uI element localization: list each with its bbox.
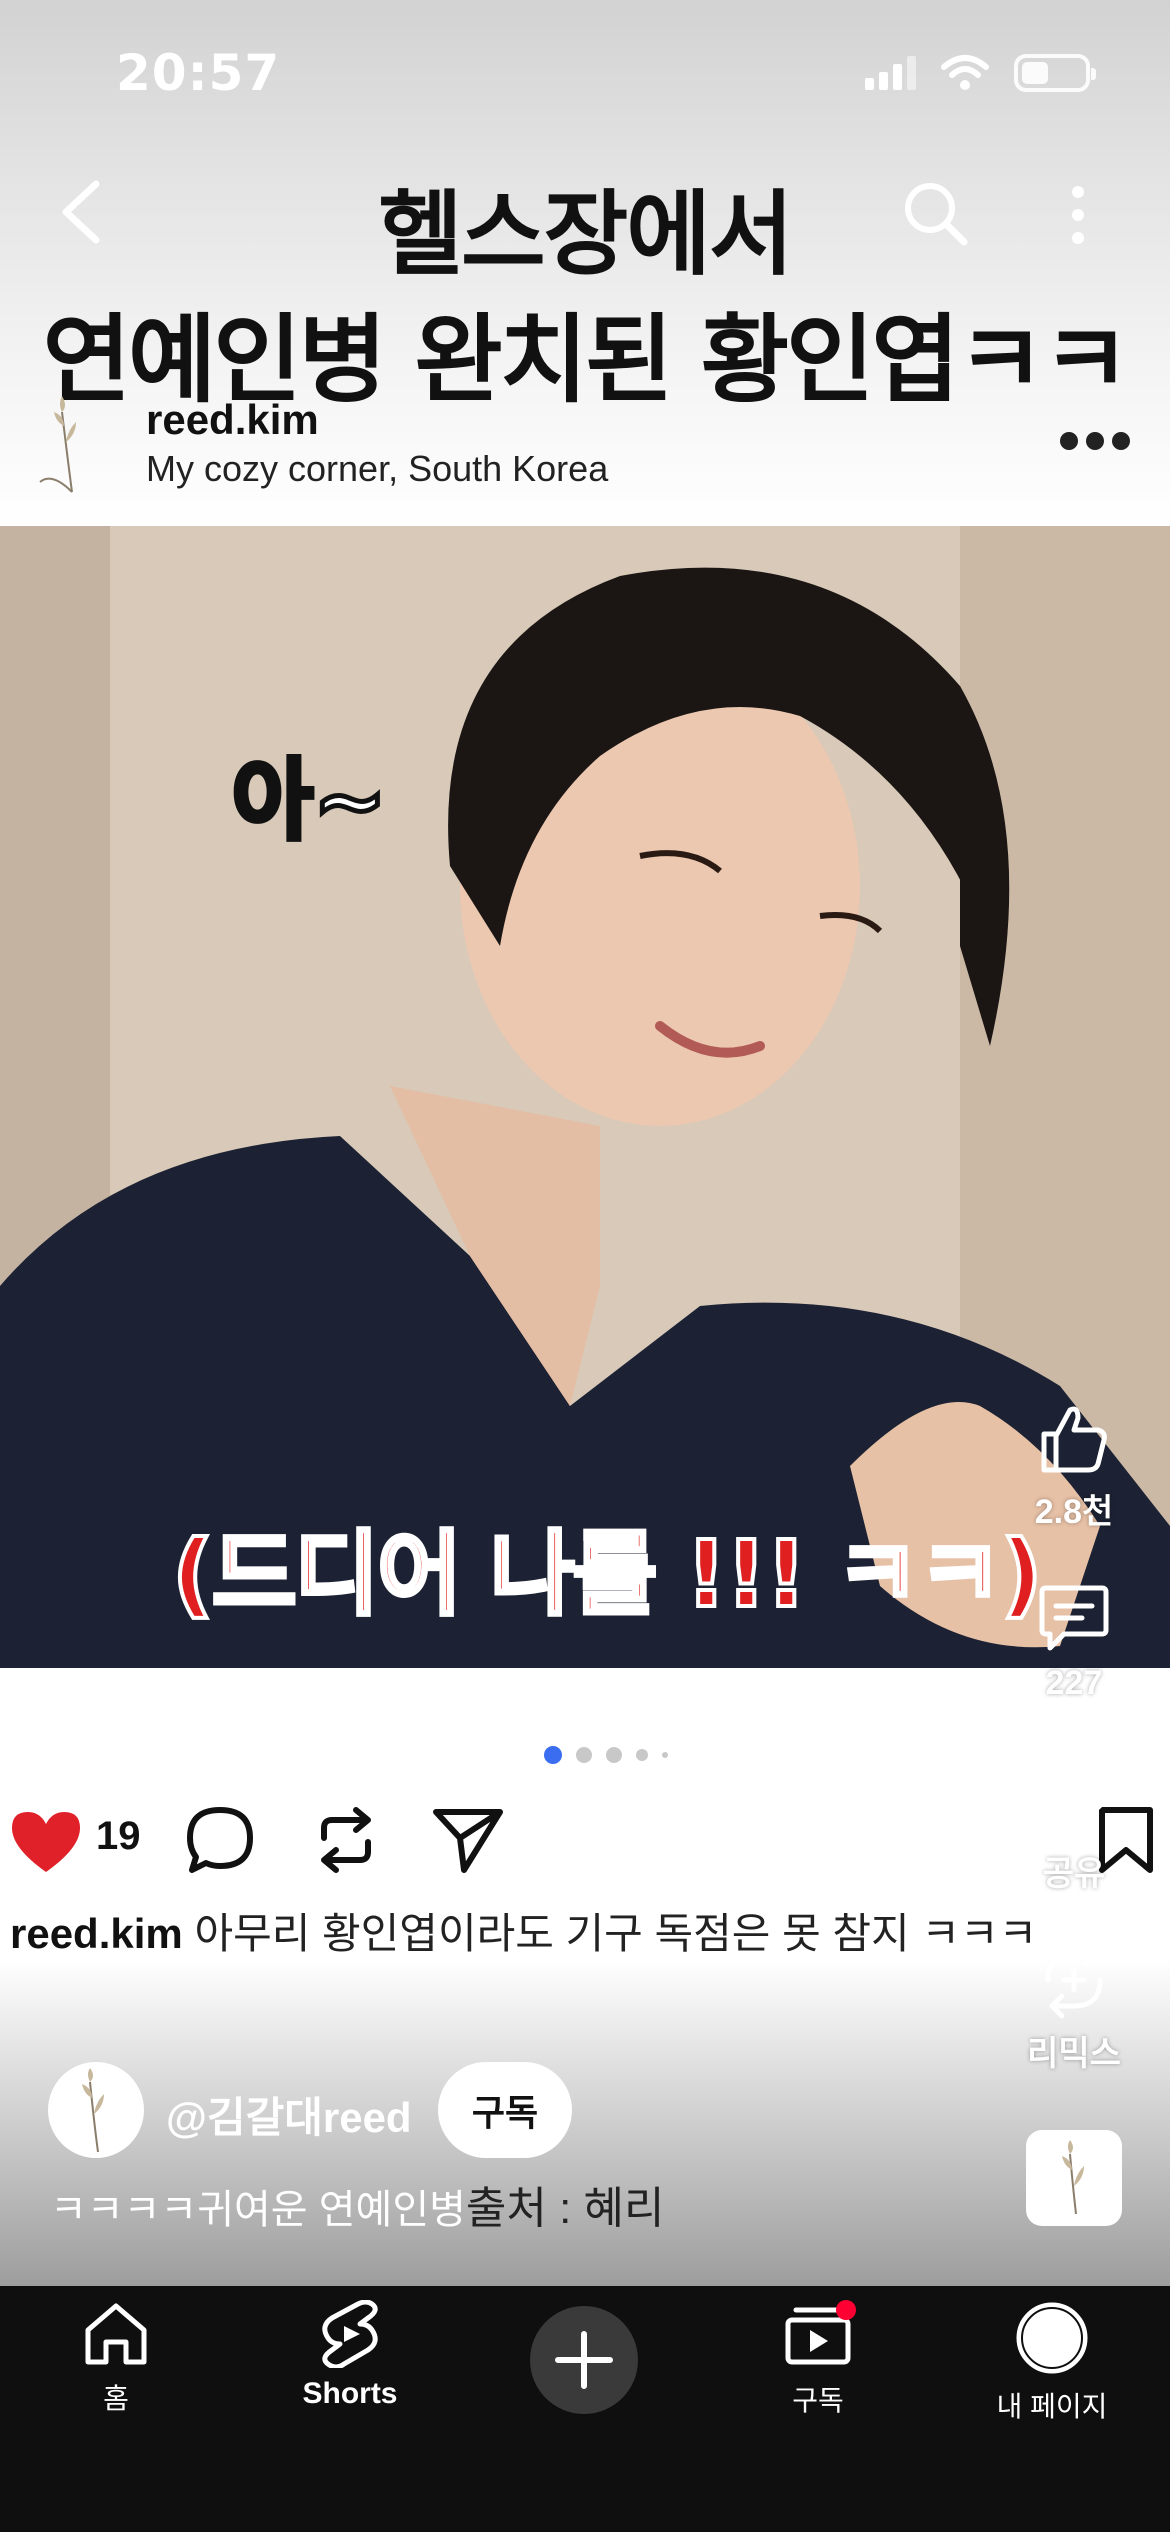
photo-caption-top: 아~ — [230, 747, 390, 855]
send-icon[interactable] — [430, 1804, 506, 1876]
carousel-dot — [606, 1747, 622, 1763]
thumbs-up-icon[interactable] — [1034, 1398, 1114, 1478]
reed-plant-icon — [82, 2068, 104, 2153]
post-location[interactable]: My cozy corner, South Korea — [146, 448, 608, 490]
share-icon[interactable] — [1034, 1764, 1114, 1834]
nav-home[interactable]: 홈 — [16, 2300, 216, 2417]
profile-avatar-icon — [1016, 2302, 1088, 2374]
carousel-dot — [636, 1749, 648, 1761]
home-indicator — [400, 2496, 770, 2508]
post-caption: reed.kim 아무리 황인엽이라도 기구 독점은 못 참지 ㅋㅋㅋ — [10, 1900, 1037, 1961]
caption-text: 아무리 황인엽이라도 기구 독점은 못 참지 ㅋㅋㅋ — [194, 1910, 1038, 1957]
wifi-icon — [941, 55, 989, 90]
status-time: 20:57 — [116, 44, 281, 102]
reed-plant-icon — [1062, 2140, 1084, 2215]
shorts-description[interactable]: ㅋㅋㅋㅋ귀여운 연예인병출처 : 혜리 — [50, 2172, 665, 2236]
home-icon — [85, 2303, 147, 2365]
subscribe-button[interactable]: 구독 — [438, 2062, 572, 2158]
battery-icon — [1014, 54, 1096, 92]
carousel-dot — [662, 1752, 668, 1758]
comment-count-label: 227 — [1045, 1664, 1103, 1702]
remix-icon[interactable] — [1034, 1940, 1114, 2020]
notification-dot — [836, 2300, 856, 2320]
cellular-signal-icon — [865, 56, 916, 90]
nav-my-page-label: 내 페이지 — [996, 2391, 1108, 2422]
post-avatar[interactable] — [32, 392, 114, 496]
post-options-icon[interactable] — [1060, 432, 1130, 450]
shorts-icon — [322, 2299, 378, 2370]
nav-subscriptions-label: 구독 — [792, 2385, 844, 2416]
like-count: 19 — [96, 1814, 141, 1858]
channel-handle[interactable]: @김갈대reed — [166, 2084, 412, 2145]
carousel-dot — [576, 1747, 592, 1763]
description-text: ㅋㅋㅋㅋ귀여운 연예인병 — [50, 2188, 466, 2232]
comments-icon[interactable] — [1034, 1578, 1114, 1658]
video-title-line-1: 헬스장에서 — [378, 181, 793, 288]
plus-icon — [555, 2331, 613, 2389]
comment-icon[interactable] — [184, 1804, 256, 1876]
caption-username[interactable]: reed.kim — [10, 1910, 183, 1957]
nav-shorts-label: Shorts — [302, 2377, 398, 2410]
status-icons — [865, 54, 1096, 92]
remix-label: 리믹스 — [1027, 2035, 1121, 2073]
sound-thumbnail-button[interactable] — [1026, 2130, 1122, 2226]
like-count-label: 2.8천 — [1034, 1493, 1114, 1531]
share-label: 공유 — [1042, 1855, 1106, 1893]
nav-shorts[interactable]: Shorts — [250, 2299, 450, 2411]
nav-home-label: 홈 — [103, 2383, 129, 2414]
channel-avatar[interactable] — [48, 2062, 144, 2158]
carousel-indicator — [544, 1746, 668, 1764]
carousel-dot-active — [544, 1746, 562, 1764]
nav-subscriptions[interactable]: 구독 — [718, 2300, 918, 2419]
photo-illustration — [0, 526, 1170, 1668]
nav-my-page[interactable]: 내 페이지 — [952, 2300, 1152, 2425]
create-button[interactable] — [530, 2306, 638, 2414]
post-photo[interactable] — [0, 526, 1170, 1668]
repost-icon[interactable] — [310, 1804, 382, 1876]
heart-icon[interactable] — [8, 1808, 84, 1876]
subscriptions-icon — [785, 2300, 856, 2365]
post-username[interactable]: reed.kim — [146, 396, 319, 444]
source-credit: 출처 : 혜리 — [465, 2184, 665, 2233]
photo-caption-bottom: (드디어 나를 !!! ㅋㅋ) — [170, 1519, 1045, 1630]
